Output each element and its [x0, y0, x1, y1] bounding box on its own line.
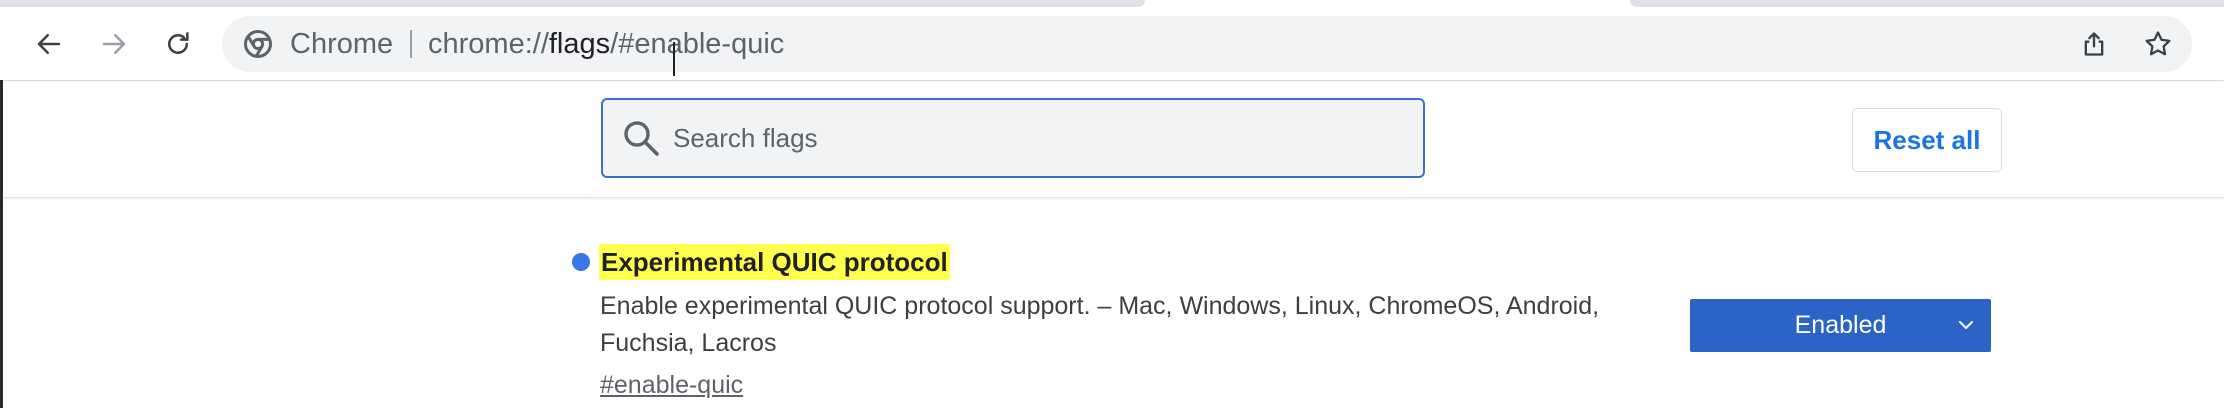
reload-button[interactable]: [158, 24, 198, 64]
flag-state-value: Enabled: [1794, 311, 1887, 339]
flags-header: Reset all: [3, 81, 2224, 198]
reset-all-button[interactable]: Reset all: [1852, 108, 2002, 172]
inactive-tab-left[interactable]: [0, 0, 1145, 7]
chevron-down-icon: [1959, 321, 1973, 329]
flag-title: Experimental QUIC protocol: [599, 244, 950, 280]
chrome-logo-icon: [244, 30, 272, 58]
search-input[interactable]: [673, 100, 1403, 176]
tab-strip: [0, 0, 2224, 8]
omnibox[interactable]: Chrome chrome://flags/#enable-quic: [222, 16, 2192, 72]
forward-button[interactable]: [94, 24, 134, 64]
flag-permalink[interactable]: #enable-quic: [600, 367, 743, 403]
arrow-right-icon: [102, 34, 126, 54]
share-icon: [2084, 32, 2104, 56]
arrow-left-icon: [37, 34, 61, 54]
star-icon: [2145, 31, 2171, 56]
modified-indicator: [572, 253, 590, 271]
bookmark-button[interactable]: [2138, 24, 2178, 64]
url-host: flags: [548, 28, 611, 60]
browser-window: Chrome chrome://flags/#enable-quic Searc…: [0, 0, 2224, 408]
flag-description: Enable experimental QUIC protocol suppor…: [600, 292, 1600, 357]
reload-icon: [168, 32, 189, 54]
url-path: /#enable-quic: [610, 28, 785, 60]
back-button[interactable]: [29, 24, 69, 64]
inactive-tab-right[interactable]: [1630, 0, 2224, 7]
url-text[interactable]: chrome://flags/#enable-quic: [428, 16, 784, 72]
search-icon: [624, 121, 659, 156]
search-box[interactable]: [601, 98, 1425, 178]
text-caret: [673, 42, 675, 76]
share-button[interactable]: [2074, 24, 2114, 64]
site-chip-label[interactable]: Chrome: [290, 16, 393, 72]
omnibox-divider: [410, 30, 412, 58]
flag-state-select[interactable]: Enabled: [1690, 299, 1991, 352]
url-scheme: chrome://: [428, 28, 549, 60]
toolbar: Chrome chrome://flags/#enable-quic: [0, 8, 2224, 81]
